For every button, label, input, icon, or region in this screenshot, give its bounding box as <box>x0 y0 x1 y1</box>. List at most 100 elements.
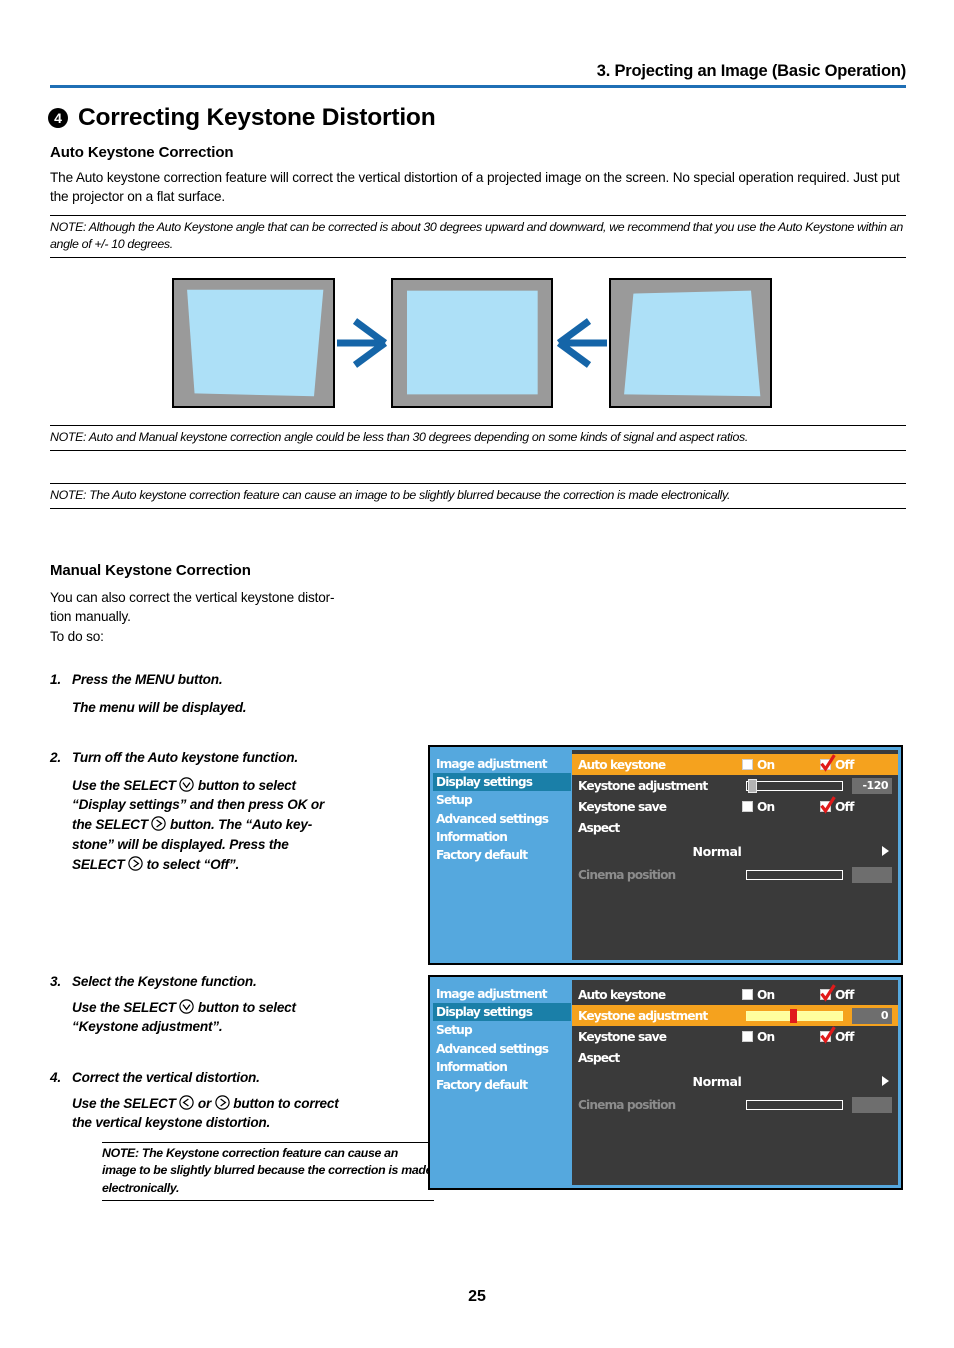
osd2-auto-keystone-off[interactable]: Off <box>820 984 892 1002</box>
osd1-row-aspect[interactable]: Aspect <box>572 817 898 838</box>
step-1-title: 1. Press the MENU button. <box>50 672 223 687</box>
diagram-distorted-bottom-wide <box>609 278 773 408</box>
osd1-sidebar-item-advanced-settings[interactable]: Advanced settings <box>433 810 571 828</box>
osd2-row-cinema-position: Cinema position <box>572 1094 898 1115</box>
osd1-keystone-value: -120 <box>852 777 892 794</box>
osd1-sidebar-item-image-adjustment[interactable]: Image adjustment <box>433 755 571 773</box>
osd2-sidebar-item-setup[interactable]: Setup <box>433 1021 571 1039</box>
osd2-keystone-slider-thumb[interactable] <box>790 1008 797 1023</box>
osd1-auto-keystone-label: Auto keystone <box>578 757 666 772</box>
osd1-keystone-save-off[interactable]: Off <box>820 796 892 814</box>
osd2-sidebar-item-advanced-settings[interactable]: Advanced settings <box>433 1040 571 1058</box>
osd2-keystone-slider-wrap: 0 <box>746 1007 892 1024</box>
step-2-line-2: “Display settings” and then press OK or <box>72 797 325 813</box>
chapter-title: 3. Projecting an Image (Basic Operation) <box>596 62 906 80</box>
step-2-line-1: Use the SELECT button to select <box>72 776 430 796</box>
step-3-line-2: “Keystone adjustment”. <box>72 1019 223 1035</box>
osd1-keystone-slider-thumb[interactable] <box>748 778 757 793</box>
osd2-keystone-save-off[interactable]: Off <box>820 1026 892 1044</box>
osd2-keystone-adjustment-label: Keystone adjustment <box>578 1008 708 1023</box>
select-down-icon-3 <box>179 998 194 1018</box>
osd1-auto-keystone-off[interactable]: Off <box>820 754 892 772</box>
manual-intro-line-1: You can also correct the vertical keysto… <box>50 590 335 605</box>
osd2-sidebar-item-display-settings[interactable]: Display settings <box>433 1003 571 1022</box>
manual-page: 3. Projecting an Image (Basic Operation)… <box>0 0 954 1348</box>
osd1-aspect-value-row[interactable]: Normal <box>572 838 898 864</box>
note-blur-electronic: NOTE: The Auto keystone correction featu… <box>50 483 906 510</box>
osd1-row-keystone-save[interactable]: Keystone save On Off <box>572 796 898 817</box>
osd1-cinema-slider-track <box>746 869 843 880</box>
step-2-line-5: SELECT to select “Off”. <box>72 855 430 875</box>
diagram-distorted-top-wide <box>172 278 335 408</box>
osd1-keystone-save-on[interactable]: On <box>742 800 820 814</box>
select-right-icon-2 <box>128 855 143 875</box>
osd2-auto-keystone-on[interactable]: On <box>742 988 820 1002</box>
osd2-sidebar-item-information[interactable]: Information <box>433 1058 571 1076</box>
osd1-sidebar-item-setup[interactable]: Setup <box>433 791 571 809</box>
step-2-body: Use the SELECT button to select “Display… <box>50 776 430 875</box>
arrow-right-icon <box>336 318 387 368</box>
rectangle-shape <box>406 290 538 395</box>
osd1-sidebar-item-display-settings[interactable]: Display settings <box>433 773 571 792</box>
osd1-keystone-save-options: On Off <box>742 796 892 814</box>
osd2-aspect-value-row[interactable]: Normal <box>572 1068 898 1094</box>
osd2-cinema-value <box>852 1096 892 1113</box>
osd2-keystone-save-on[interactable]: On <box>742 1030 820 1044</box>
select-down-icon <box>179 776 194 796</box>
checkbox-unchecked-icon <box>742 801 753 812</box>
osd-menu-auto-keystone[interactable]: Image adjustment Display settings Setup … <box>428 745 903 965</box>
checkbox-unchecked-icon <box>742 759 753 770</box>
osd1-sidebar-item-information[interactable]: Information <box>433 828 571 846</box>
select-right-icon <box>151 815 167 835</box>
step-3-title: 3. Select the Keystone function. <box>50 974 257 989</box>
osd1-cinema-value <box>852 866 892 883</box>
osd-menu-keystone-adjustment[interactable]: Image adjustment Display settings Setup … <box>428 975 903 1190</box>
osd1-row-keystone-adjustment[interactable]: Keystone adjustment -120 <box>572 775 898 796</box>
manual-intro-line-3: To do so: <box>50 628 104 644</box>
step-2: 2. Turn off the Auto keystone function. U… <box>50 748 430 874</box>
page-header: 3. Projecting an Image (Basic Operation) <box>50 62 906 88</box>
osd2-row-aspect[interactable]: Aspect <box>572 1047 898 1068</box>
keystone-diagram-row <box>172 278 773 408</box>
osd1-sidebar-item-factory-default[interactable]: Factory default <box>433 846 571 864</box>
arrow-right-container <box>335 315 391 371</box>
step-3-body: Use the SELECT button to select “Keyston… <box>50 998 430 1037</box>
step-2-line-3: the SELECT button. The “Auto key- <box>72 815 430 835</box>
step-4-title: 4. Correct the vertical distortion. <box>50 1070 260 1085</box>
osd2-keystone-slider-track[interactable] <box>746 1008 843 1023</box>
osd1-cinema-slider-wrap <box>746 866 892 883</box>
osd2-row-auto-keystone[interactable]: Auto keystone On Off <box>572 984 898 1005</box>
osd2-row-keystone-save[interactable]: Keystone save On Off <box>572 1026 898 1047</box>
red-check-icon <box>820 796 836 814</box>
osd1-auto-keystone-options: On Off <box>742 754 892 772</box>
step-4-line-1: Use the SELECT or button to correct <box>72 1094 440 1114</box>
checkbox-checked-icon <box>820 754 836 772</box>
osd2-sidebar-item-image-adjustment[interactable]: Image adjustment <box>433 985 571 1003</box>
section-number-badge: 4 <box>48 108 68 128</box>
osd1-keystone-slider-track[interactable] <box>746 778 843 793</box>
osd2-cinema-slider-wrap <box>746 1096 892 1113</box>
arrow-left-icon <box>557 318 608 368</box>
osd1-keystone-save-label: Keystone save <box>578 799 667 814</box>
osd1-aspect-value: Normal <box>692 843 742 859</box>
osd2-keystone-value: 0 <box>852 1007 892 1024</box>
step-1-body: The menu will be displayed. <box>72 699 247 715</box>
trapezoid-wide-top-shape <box>187 289 324 397</box>
osd1-panel: Auto keystone On Off Keystone adjustment… <box>572 750 898 960</box>
osd2-sidebar-item-factory-default[interactable]: Factory default <box>433 1076 571 1094</box>
checkbox-checked-icon <box>820 796 836 814</box>
osd2-row-keystone-adjustment[interactable]: Keystone adjustment 0 <box>572 1005 898 1026</box>
note-keystone-blur: NOTE: The Keystone correction feature ca… <box>102 1142 434 1201</box>
osd2-aspect-label: Aspect <box>578 1050 620 1065</box>
osd1-auto-keystone-on[interactable]: On <box>742 758 820 772</box>
step-4-line-2: the vertical keystone distortion. <box>72 1115 271 1131</box>
auto-keystone-heading: Auto Keystone Correction <box>50 144 234 161</box>
osd1-row-auto-keystone[interactable]: Auto keystone On Off <box>572 754 898 775</box>
header-divider <box>50 85 906 88</box>
select-right-icon-4 <box>214 1094 230 1114</box>
osd2-aspect-value: Normal <box>692 1073 742 1089</box>
osd2-auto-keystone-options: On Off <box>742 984 892 1002</box>
section-title: 4 Correcting Keystone Distortion <box>48 104 436 132</box>
arrow-left-container <box>553 315 609 371</box>
diagram-corrected-rectangle <box>390 278 554 408</box>
